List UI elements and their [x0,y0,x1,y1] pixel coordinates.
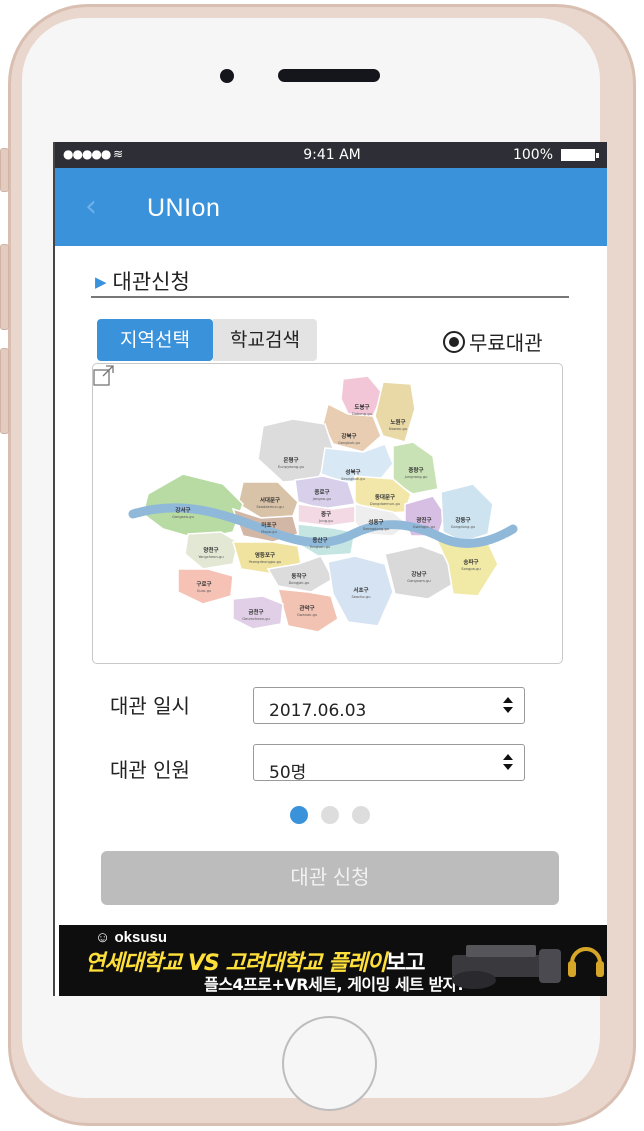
district-label-en: Dongjak-gu [289,581,310,585]
ad-banner[interactable]: ☺ oksusu 연세대학교 VS 고려대학교 플레이보고 플스4프로+VR세트… [59,925,607,996]
district-label-en: Gwanak-gu [297,613,317,617]
district-label-en: Jung-gu [318,519,333,523]
district-label: 동작구 [291,572,306,580]
district-label-en: Geumcheon-gu [242,617,270,621]
district-label: 관악구 [299,604,314,612]
pager-dot-1[interactable] [290,806,308,824]
district-label-en: Yongsan-gu [310,545,331,549]
district-gangdong-gu[interactable] [440,483,494,543]
district-label: 강남구 [411,570,426,578]
front-camera [220,69,234,83]
district-label: 구로구 [196,581,211,588]
district-label: 송파구 [463,558,478,566]
submit-rental-button[interactable]: 대관 신청 [101,851,559,905]
app-screen: ●●●●● ≋ 9:41 AM 100% ‹ UNIon ▶ 대관신청 지역선택 … [53,142,607,996]
district-label: 은평구 [283,456,298,464]
section-divider [91,296,569,298]
district-label-en: Yangcheon-gu [198,555,223,559]
district-label-en: Nowon-gu [389,427,407,431]
district-label-en: Songpa-gu [461,567,480,571]
district-label-en: Seongbuk-gu [341,477,365,481]
district-label-en: Gwangjin-gu [413,525,436,529]
section-title-text: 대관신청 [112,270,190,294]
district-label-en: Mapo-gu [261,530,277,534]
tab-school-search[interactable]: 학교검색 [213,319,317,361]
district-label-en: Seodaemun-gu [256,505,283,509]
smile-icon: ☺ [95,929,115,946]
district-label-en: Gangbuk-gu [338,441,360,445]
back-button[interactable]: ‹ [85,192,107,222]
district-label: 노원구 [390,418,405,426]
district-label: 강서구 [175,506,190,514]
ad-brand-logo: ☺ oksusu [95,929,167,946]
date-select[interactable]: 2017.06.03 [253,687,525,724]
pager-dot-3[interactable] [352,806,370,824]
district-label: 중구 [321,510,331,518]
district-label: 중랑구 [408,466,423,474]
expand-icon[interactable] [93,364,115,386]
district-label-en: Seongdong-gu [363,527,389,531]
radio-selected-icon [443,331,465,353]
district-nowon-gu[interactable] [374,381,416,443]
earpiece-speaker [278,69,380,82]
free-rental-label: 무료대관 [469,331,543,355]
district-label-en: Dobong-gu [352,412,372,416]
triangle-marker-icon: ▶ [95,273,107,291]
battery-percent: 100% [512,147,553,163]
district-label-en: Gangdong-gu [451,525,475,529]
district-label: 강북구 [341,432,356,440]
district-label: 양천구 [203,546,218,554]
district-label-en: Yeongdeungpo-gu [249,560,281,564]
district-label: 도봉구 [354,403,369,411]
date-value: 2017.06.03 [269,701,367,721]
district-label: 용산구 [312,536,327,544]
district-label-en: Dongdaemun-gu [370,502,400,506]
tab-region-select[interactable]: 지역선택 [97,319,213,361]
ad-subline: 플스4프로+VR세트, 게이밍 세트 받자! [204,975,464,994]
section-title: ▶ 대관신청 [95,266,190,296]
side-button-volume-up [0,244,9,330]
district-label: 성동구 [368,518,383,526]
district-label-en: Jungnang-gu [404,475,428,479]
district-label: 동대문구 [375,493,395,501]
district-label-en: Guro-gu [197,589,212,593]
map-svg: 도봉구Dobong-gu 노원구Nowon-gu 강북구Gangbuk-gu 은평구E… [128,375,518,633]
people-select[interactable]: 50명 [253,744,525,783]
pager-dot-2[interactable] [321,806,339,824]
people-label: 대관 인원 [110,758,190,782]
district-label-en: Gangnam-gu [407,579,430,583]
district-label: 금천구 [248,608,263,616]
district-label: 강동구 [455,516,470,524]
district-label-en: Jongno-gu [312,497,331,501]
up-down-arrows-icon [503,697,513,713]
district-label: 서초구 [353,586,368,594]
app-header: ‹ UNIon [55,168,607,246]
district-label: 영등포구 [255,551,275,559]
gaming-console-image [452,945,604,989]
up-down-arrows-icon [503,754,513,770]
district-label-en: Gangseo-gu [172,515,194,519]
district-label: 서대문구 [260,496,280,504]
district-label: 마포구 [261,521,276,529]
district-label: 종로구 [314,488,329,496]
home-button[interactable] [282,1016,377,1111]
app-title: UNIon [147,194,221,222]
district-label-en: Seocho-gu [351,595,370,599]
free-rental-radio[interactable]: 무료대관 [443,327,543,355]
battery-icon [561,149,599,161]
district-label: 성북구 [345,468,360,476]
district-label: 광진구 [416,516,431,524]
people-value: 50명 [269,763,307,783]
date-label: 대관 일시 [110,694,190,718]
side-button-mute [0,148,9,192]
side-button-volume-down [0,348,9,434]
seoul-district-map[interactable]: 도봉구 Dobong-gu 노원구 Nowon-gu 강북구 Gangbuk-gu 은평구 E… [92,363,563,664]
status-bar: ●●●●● ≋ 9:41 AM 100% [55,142,607,168]
district-label-en: Eunpyeong-gu [278,465,304,469]
